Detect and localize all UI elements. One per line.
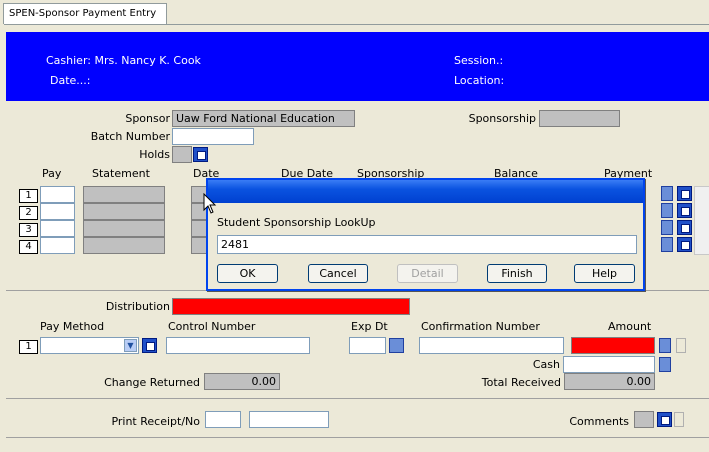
- comments-lookup-icon[interactable]: [657, 412, 672, 427]
- sponsor-field: Uaw Ford National Education: [172, 110, 355, 127]
- amount-field[interactable]: [571, 337, 655, 354]
- calculator-icon[interactable]: [661, 203, 673, 218]
- receipt-number-input[interactable]: [249, 411, 329, 428]
- change-returned-label: Change Returned: [104, 376, 200, 389]
- col-statement: Statement: [92, 167, 150, 180]
- comments-label: Comments: [569, 415, 629, 428]
- detail-icon[interactable]: [677, 220, 692, 235]
- pay-method-label: Pay Method: [40, 320, 105, 333]
- cancel-button[interactable]: Cancel: [308, 264, 368, 283]
- location-label: Location:: [454, 74, 505, 87]
- change-returned-field: 0.00: [204, 373, 280, 390]
- pay-input[interactable]: [40, 186, 75, 203]
- calculator-icon[interactable]: [659, 357, 671, 372]
- cash-input[interactable]: [563, 356, 655, 373]
- statement-field: [83, 237, 165, 254]
- pay-input[interactable]: [40, 203, 75, 220]
- holds-label: Holds: [139, 148, 170, 161]
- divider: [6, 398, 709, 399]
- distribution-label: Distribution: [105, 300, 170, 313]
- amount-label: Amount: [608, 320, 652, 333]
- calendar-icon[interactable]: [389, 338, 404, 353]
- mouse-cursor-icon: [203, 193, 217, 214]
- date-field: [191, 220, 207, 237]
- date-label: Date...:: [50, 74, 91, 87]
- cash-label: Cash: [532, 358, 560, 371]
- total-received-field: 0.00: [564, 373, 655, 390]
- sponsorship-field: [539, 110, 620, 127]
- sponsorship-lookup-dialog: Student Sponsorship LookUp OK Cancel Det…: [206, 178, 645, 291]
- confirmation-number-input[interactable]: [419, 337, 564, 354]
- row-number-button[interactable]: 3: [19, 223, 38, 237]
- student-lookup-input[interactable]: [217, 235, 637, 254]
- detail-button[interactable]: Detail: [397, 264, 458, 283]
- pay-method-lookup-icon[interactable]: [142, 338, 157, 353]
- comments-field: [634, 411, 654, 428]
- session-label: Session.:: [454, 54, 504, 67]
- help-button[interactable]: Help: [574, 264, 635, 283]
- control-number-label: Control Number: [168, 320, 256, 333]
- detail-icon[interactable]: [677, 237, 692, 252]
- spinner-icon[interactable]: [674, 412, 684, 427]
- tab-sponsor-payment-entry[interactable]: SPEN-Sponsor Payment Entry: [3, 3, 167, 24]
- total-received-label: Total Received: [481, 376, 561, 389]
- batch-number-label: Batch Number: [90, 130, 170, 143]
- print-receipt-label: Print Receipt/No: [111, 415, 200, 428]
- calculator-icon[interactable]: [659, 338, 671, 353]
- row-number-button[interactable]: 4: [19, 240, 38, 254]
- dialog-title-bar[interactable]: [208, 180, 643, 203]
- calculator-icon[interactable]: [661, 186, 673, 201]
- chevron-down-icon[interactable]: ▼: [124, 339, 137, 352]
- pay-method-select[interactable]: ▼: [40, 337, 139, 354]
- holds-lookup-icon[interactable]: [193, 147, 208, 162]
- statement-field: [83, 186, 165, 203]
- calculator-icon[interactable]: [661, 220, 673, 235]
- row-number-button[interactable]: 1: [19, 189, 38, 203]
- sponsor-label: Sponsor: [125, 112, 170, 125]
- grid-scrollbar[interactable]: [694, 186, 709, 255]
- calculator-icon[interactable]: [661, 237, 673, 252]
- print-receipt-input[interactable]: [205, 411, 241, 428]
- statement-field: [83, 220, 165, 237]
- confirmation-number-label: Confirmation Number: [421, 320, 540, 333]
- sponsorship-label: Sponsorship: [468, 112, 536, 125]
- row-number-button[interactable]: 2: [19, 206, 38, 220]
- spinner-icon[interactable]: [676, 338, 686, 353]
- control-number-input[interactable]: [166, 337, 310, 354]
- distribution-field[interactable]: [172, 298, 410, 315]
- divider: [6, 437, 709, 438]
- batch-number-input[interactable]: [172, 128, 254, 145]
- pay-input[interactable]: [40, 237, 75, 254]
- payment-row-number-button[interactable]: 1: [19, 340, 38, 354]
- detail-icon[interactable]: [677, 203, 692, 218]
- col-pay: Pay: [42, 167, 62, 180]
- header-banner: Cashier: Mrs. Nancy K. Cook Date...: Ses…: [6, 32, 709, 101]
- exp-dt-input[interactable]: [349, 337, 386, 354]
- dialog-prompt: Student Sponsorship LookUp: [217, 216, 376, 229]
- holds-field: [172, 146, 192, 163]
- cashier-label: Cashier: Mrs. Nancy K. Cook: [46, 54, 201, 67]
- finish-button[interactable]: Finish: [487, 264, 547, 283]
- date-field: [191, 237, 207, 254]
- ok-button[interactable]: OK: [217, 264, 278, 283]
- detail-icon[interactable]: [677, 186, 692, 201]
- pay-input[interactable]: [40, 220, 75, 237]
- exp-dt-label: Exp Dt: [351, 320, 388, 333]
- statement-field: [83, 203, 165, 220]
